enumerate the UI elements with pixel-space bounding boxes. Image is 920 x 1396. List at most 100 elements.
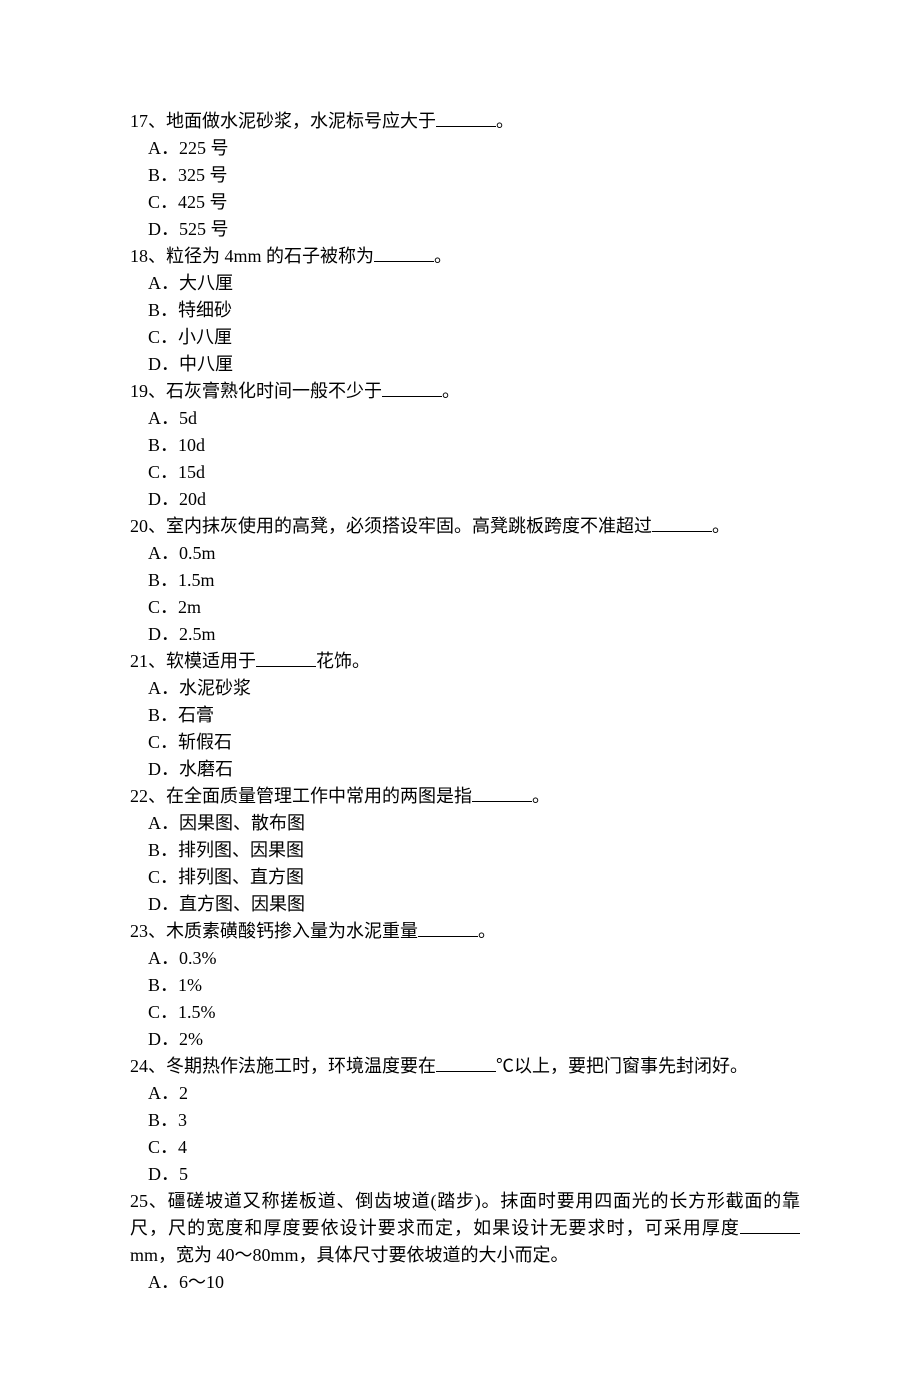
option-24-A: A．2 — [130, 1080, 800, 1107]
option-separator: ． — [161, 354, 179, 374]
option-text: 0.5m — [179, 543, 216, 563]
blank-field — [418, 920, 478, 937]
option-text: 2m — [178, 597, 201, 617]
option-text: 5 — [179, 1164, 188, 1184]
question-text-before: 木质素磺酸钙掺入量为水泥重量 — [166, 921, 418, 941]
option-18-A: A．大八厘 — [130, 270, 800, 297]
option-label: B — [148, 570, 160, 590]
option-label: D — [148, 219, 161, 239]
option-text: 直方图、因果图 — [179, 894, 305, 914]
option-24-B: B．3 — [130, 1107, 800, 1134]
option-17-B: B．325 号 — [130, 162, 800, 189]
option-label: B — [148, 705, 160, 725]
option-label: D — [148, 1029, 161, 1049]
question-text-after: 。 — [434, 246, 452, 266]
option-17-C: C．425 号 — [130, 189, 800, 216]
question-18: 18、粒径为 4mm 的石子被称为。 — [130, 243, 800, 270]
option-label: D — [148, 894, 161, 914]
option-label: C — [148, 732, 160, 752]
option-separator: ． — [160, 165, 178, 185]
question-text-before: 礓磋坡道又称搓板道、倒齿坡道(踏步)。抹面时要用四面光的长方形截面的靠尺，尺的宽… — [130, 1191, 800, 1238]
option-25-A: A．6～10 — [130, 1269, 800, 1296]
option-separator: ． — [161, 273, 179, 293]
option-separator: ． — [160, 1137, 178, 1157]
question-number: 22 — [130, 786, 148, 806]
option-text: 大八厘 — [179, 273, 233, 293]
question-22: 22、在全面质量管理工作中常用的两图是指。 — [130, 783, 800, 810]
option-24-C: C．4 — [130, 1134, 800, 1161]
blank-field — [436, 1055, 496, 1072]
option-separator: ． — [160, 1002, 178, 1022]
option-label: C — [148, 867, 160, 887]
option-20-C: C．2m — [130, 594, 800, 621]
option-label: A — [148, 1083, 161, 1103]
option-19-A: A．5d — [130, 405, 800, 432]
option-22-C: C．排列图、直方图 — [130, 864, 800, 891]
option-text: 5d — [179, 408, 197, 428]
option-text: 特细砂 — [178, 300, 232, 320]
option-23-B: B．1% — [130, 972, 800, 999]
option-label: B — [148, 1110, 160, 1130]
option-separator: ． — [160, 867, 178, 887]
question-23: 23、木质素磺酸钙掺入量为水泥重量。 — [130, 918, 800, 945]
option-label: B — [148, 840, 160, 860]
option-label: A — [148, 408, 161, 428]
option-separator: ． — [160, 705, 178, 725]
question-text-before: 软模适用于 — [166, 651, 256, 671]
option-text: 10d — [178, 435, 205, 455]
blank-field — [740, 1217, 800, 1234]
option-label: A — [148, 138, 161, 158]
option-text: 20d — [179, 489, 206, 509]
option-text: 因果图、散布图 — [179, 813, 305, 833]
option-label: B — [148, 435, 160, 455]
question-text-after: ℃以上，要把门窗事先封闭好。 — [496, 1056, 748, 1076]
option-21-A: A．水泥砂浆 — [130, 675, 800, 702]
blank-field — [652, 515, 712, 532]
option-17-A: A．225 号 — [130, 135, 800, 162]
option-20-A: A．0.5m — [130, 540, 800, 567]
question-number: 17 — [130, 111, 148, 131]
option-21-B: B．石膏 — [130, 702, 800, 729]
option-19-C: C．15d — [130, 459, 800, 486]
question-21: 21、软模适用于花饰。 — [130, 648, 800, 675]
option-separator: ． — [161, 678, 179, 698]
option-separator: ． — [161, 624, 179, 644]
option-text: 3 — [178, 1110, 187, 1130]
blank-field — [382, 380, 442, 397]
question-separator: 、 — [148, 651, 166, 671]
question-text-after: 。 — [712, 516, 730, 536]
option-20-B: B．1.5m — [130, 567, 800, 594]
question-text-after: 。 — [442, 381, 460, 401]
blank-field — [256, 650, 316, 667]
option-label: A — [148, 948, 161, 968]
option-text: 225 号 — [179, 138, 229, 158]
question-number: 25 — [130, 1191, 148, 1211]
option-text: 4 — [178, 1137, 187, 1157]
question-text-after: 。 — [532, 786, 550, 806]
question-text-after: mm，宽为 40～80mm，具体尺寸要依坡道的大小而定。 — [130, 1245, 569, 1265]
option-text: 0.3% — [179, 948, 217, 968]
option-separator: ． — [160, 597, 178, 617]
option-label: D — [148, 354, 161, 374]
question-text-after: 。 — [478, 921, 496, 941]
option-label: D — [148, 1164, 161, 1184]
option-22-A: A．因果图、散布图 — [130, 810, 800, 837]
option-separator: ． — [161, 759, 179, 779]
option-17-D: D．525 号 — [130, 216, 800, 243]
question-text-before: 地面做水泥砂浆，水泥标号应大于 — [166, 111, 436, 131]
option-separator: ． — [161, 543, 179, 563]
option-text: 中八厘 — [179, 354, 233, 374]
option-label: A — [148, 543, 161, 563]
question-separator: 、 — [148, 1056, 166, 1076]
option-text: 425 号 — [178, 192, 228, 212]
option-separator: ． — [160, 840, 178, 860]
option-20-D: D．2.5m — [130, 621, 800, 648]
option-label: D — [148, 489, 161, 509]
option-text: 15d — [178, 462, 205, 482]
option-text: 排列图、直方图 — [178, 867, 304, 887]
option-separator: ． — [160, 435, 178, 455]
option-text: 525 号 — [179, 219, 229, 239]
question-text-before: 在全面质量管理工作中常用的两图是指 — [166, 786, 472, 806]
option-label: A — [148, 273, 161, 293]
option-label: D — [148, 759, 161, 779]
